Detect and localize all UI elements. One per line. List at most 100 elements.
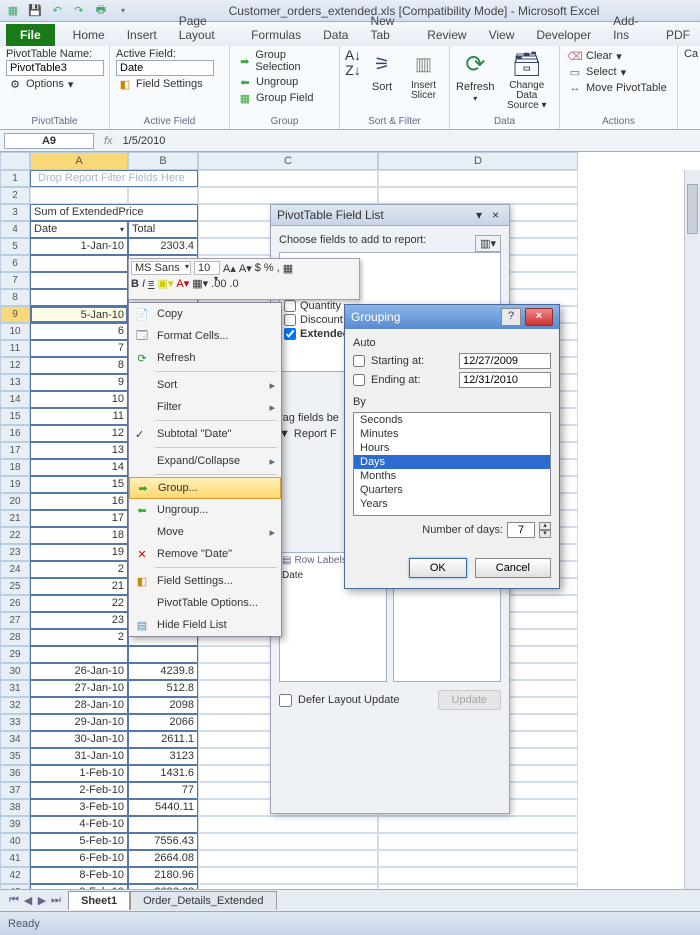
cell[interactable]: 1-Feb-10 [30, 765, 128, 782]
defer-checkbox[interactable] [279, 694, 292, 707]
sheet-tab-sheet1[interactable]: Sheet1 [68, 891, 130, 910]
cm-refresh[interactable]: ⟳Refresh [129, 347, 281, 369]
cell[interactable]: 8-Feb-10 [30, 867, 128, 884]
cancel-button[interactable]: Cancel [475, 558, 551, 578]
row-header[interactable]: 2 [0, 187, 30, 204]
row-header[interactable]: 36 [0, 765, 30, 782]
tab-review[interactable]: Review [423, 24, 470, 46]
row-header[interactable]: 42 [0, 867, 30, 884]
cell[interactable]: 7 [30, 340, 128, 357]
cell[interactable]: 8 [30, 357, 128, 374]
close-icon[interactable]: × [488, 208, 503, 222]
cell[interactable]: Sum of ExtendedPrice [30, 204, 198, 221]
cell[interactable]: 15 [30, 476, 128, 493]
row-header[interactable]: 35 [0, 748, 30, 765]
currency-icon[interactable]: $ [255, 262, 261, 274]
sort-icon[interactable]: ⚞ [366, 48, 398, 80]
format-icon[interactable]: ▦ [283, 262, 293, 275]
cell[interactable]: 5440.11 [128, 799, 198, 816]
field-checkbox[interactable] [284, 314, 296, 326]
first-sheet-icon[interactable]: ⏮ [8, 894, 20, 907]
cell[interactable]: 1431.6 [128, 765, 198, 782]
print-icon[interactable]: 🖶 [92, 2, 110, 20]
clear-button[interactable]: ⌫Clear ▾ [566, 48, 671, 64]
row-header[interactable]: 3 [0, 204, 30, 221]
row-header[interactable]: 13 [0, 374, 30, 391]
select-button[interactable]: ▭Select ▾ [566, 64, 671, 80]
cell[interactable]: 2-Feb-10 [30, 782, 128, 799]
col-header-b[interactable]: B [128, 152, 198, 170]
cell[interactable] [378, 170, 578, 187]
cm-format-cells[interactable]: 🗔Format Cells... [129, 325, 281, 347]
by-option[interactable]: Days [354, 455, 550, 469]
cell[interactable]: 9 [30, 374, 128, 391]
row-header[interactable]: 30 [0, 663, 30, 680]
row-header[interactable]: 41 [0, 850, 30, 867]
row-header[interactable]: 27 [0, 612, 30, 629]
tab-newtab[interactable]: New Tab [366, 10, 409, 46]
bold-icon[interactable]: B [131, 278, 139, 290]
tab-insert[interactable]: Insert [123, 24, 161, 46]
numdays-input[interactable] [507, 522, 535, 538]
cell[interactable]: 27-Jan-10 [30, 680, 128, 697]
cell[interactable]: 2 [30, 629, 128, 646]
cell[interactable]: 12 [30, 425, 128, 442]
tab-formulas[interactable]: Formulas [247, 24, 305, 46]
row-header[interactable]: 39 [0, 816, 30, 833]
sort-desc-icon[interactable]: Z↓ [346, 63, 360, 77]
cell[interactable] [378, 187, 578, 204]
cell[interactable]: 2 [30, 561, 128, 578]
sheet-tab-orderdetails[interactable]: Order_Details_Extended [130, 891, 276, 910]
cell[interactable]: 21 [30, 578, 128, 595]
last-sheet-icon[interactable]: ⏭ [50, 894, 62, 907]
qat-dropdown-icon[interactable]: ▾ [114, 2, 132, 20]
field-settings-button[interactable]: ◧Field Settings [116, 76, 223, 92]
row-header[interactable]: 11 [0, 340, 30, 357]
row-header[interactable]: 31 [0, 680, 30, 697]
fx-icon[interactable]: fx [98, 135, 119, 147]
tab-view[interactable]: View [485, 24, 519, 46]
cell[interactable]: Drop Report Filter Fields Here [30, 170, 198, 187]
cell[interactable] [378, 867, 578, 884]
by-option[interactable]: Minutes [354, 427, 550, 441]
starting-checkbox[interactable] [353, 355, 365, 367]
cell[interactable]: 18 [30, 527, 128, 544]
cell[interactable]: 2664.08 [128, 850, 198, 867]
tab-addins[interactable]: Add-Ins [609, 10, 648, 46]
field-checkbox[interactable] [284, 328, 296, 340]
tab-developer[interactable]: Developer [532, 24, 595, 46]
cell[interactable] [30, 272, 128, 289]
cell[interactable]: 10 [30, 391, 128, 408]
cm-field-settings[interactable]: ◧Field Settings... [129, 570, 281, 592]
cell[interactable] [198, 850, 378, 867]
row-header[interactable]: 25 [0, 578, 30, 595]
cell[interactable] [198, 833, 378, 850]
prev-sheet-icon[interactable]: ◀ [22, 894, 34, 907]
col-header-c[interactable]: C [198, 152, 378, 170]
cm-pivottable-options[interactable]: PivotTable Options... [129, 592, 281, 614]
spin-down-icon[interactable]: ▾ [539, 530, 551, 538]
cell[interactable]: 5-Jan-10 [30, 306, 128, 323]
undo-icon[interactable]: ↶ [48, 2, 66, 20]
by-option[interactable]: Quarters [354, 483, 550, 497]
col-header-a[interactable]: A [30, 152, 128, 170]
row-header[interactable]: 24 [0, 561, 30, 578]
row-header[interactable]: 18 [0, 459, 30, 476]
row-header[interactable]: 28 [0, 629, 30, 646]
row-header[interactable]: 7 [0, 272, 30, 289]
borders-icon[interactable]: ▦▾ [192, 277, 208, 290]
cell[interactable]: 29-Jan-10 [30, 714, 128, 731]
cell[interactable]: 5-Feb-10 [30, 833, 128, 850]
formula-input[interactable]: 1/5/2010 [119, 135, 700, 147]
cell[interactable]: 512.8 [128, 680, 198, 697]
name-box[interactable]: A9 [4, 133, 94, 149]
cell[interactable] [378, 850, 578, 867]
cm-ungroup[interactable]: ⬅Ungroup... [129, 499, 281, 521]
cell[interactable] [30, 289, 128, 306]
sort-asc-icon[interactable]: A↓ [346, 48, 360, 62]
row-header[interactable]: 12 [0, 357, 30, 374]
cell[interactable]: 4-Feb-10 [30, 816, 128, 833]
move-pivottable-button[interactable]: ↔Move PivotTable [566, 80, 671, 96]
increase-decimal-icon[interactable]: .0 [229, 278, 238, 290]
cell[interactable]: 16 [30, 493, 128, 510]
